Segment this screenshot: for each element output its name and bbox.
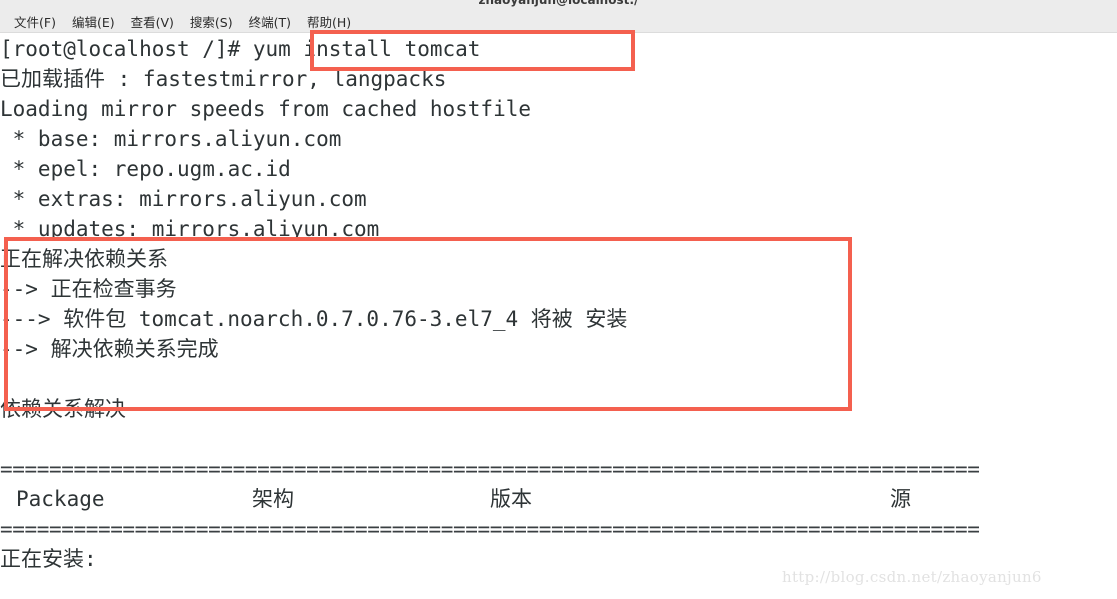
terminal-output-area[interactable]: [root@localhost /]# yum install tomcat 已… [0, 34, 1117, 599]
menu-search[interactable]: 搜索(S) [182, 11, 241, 32]
terminal-window: zhaoyanjun@localhost:/ 文件(F) 编辑(E) 查看(V)… [0, 0, 1117, 599]
table-separator-top: ========================================… [0, 457, 980, 481]
column-header-source: 源 [890, 487, 911, 511]
terminal-line-repo-base: * base: mirrors.aliyun.com [0, 127, 342, 151]
column-header-arch: 架构 [252, 487, 294, 511]
terminal-line-blank-1 [0, 364, 1117, 394]
terminal-line-repo-extras: * extras: mirrors.aliyun.com [0, 187, 367, 211]
terminal-line-prompt: [root@localhost /]# yum install tomcat [0, 37, 481, 61]
menu-view[interactable]: 查看(V) [123, 11, 182, 32]
terminal-line-resolving-deps: 正在解决依赖关系 [0, 247, 168, 271]
column-header-version: 版本 [490, 487, 532, 511]
terminal-line-repo-updates: * updates: mirrors.aliyun.com [0, 217, 380, 241]
menu-terminal[interactable]: 终端(T) [241, 11, 299, 32]
table-separator-bottom: ========================================… [0, 517, 980, 541]
terminal-line-deps-resolved: 依赖关系解决 [0, 397, 126, 421]
terminal-line-checking-tx: --> 正在检查事务 [0, 277, 177, 301]
terminal-line-package-tomcat: ---> 软件包 tomcat.noarch.0.7.0.76-3.el7_4 … [0, 307, 628, 331]
window-titlebar[interactable]: zhaoyanjun@localhost:/ [0, 0, 1117, 10]
window-title: zhaoyanjun@localhost:/ [478, 0, 639, 7]
terminal-line-plugins: 已加载插件 : fastestmirror, langpacks [0, 67, 447, 91]
menu-file[interactable]: 文件(F) [6, 11, 64, 32]
menu-help[interactable]: 帮助(H) [299, 11, 359, 32]
terminal-line-mirrorspeed: Loading mirror speeds from cached hostfi… [0, 97, 532, 121]
menu-edit[interactable]: 编辑(E) [64, 11, 123, 32]
terminal-line-blank-2 [0, 424, 1117, 454]
package-table-header: Package 架构 版本 源 [0, 484, 1117, 514]
terminal-line-deps-finished: --> 解决依赖关系完成 [0, 337, 219, 361]
terminal-line-repo-epel: * epel: repo.ugm.ac.id [0, 157, 291, 181]
column-header-package: Package [16, 487, 105, 511]
menubar: 文件(F) 编辑(E) 查看(V) 搜索(S) 终端(T) 帮助(H) [0, 10, 1117, 33]
watermark-text: http://blog.csdn.net/zhaoyanjun6 [782, 568, 1042, 586]
